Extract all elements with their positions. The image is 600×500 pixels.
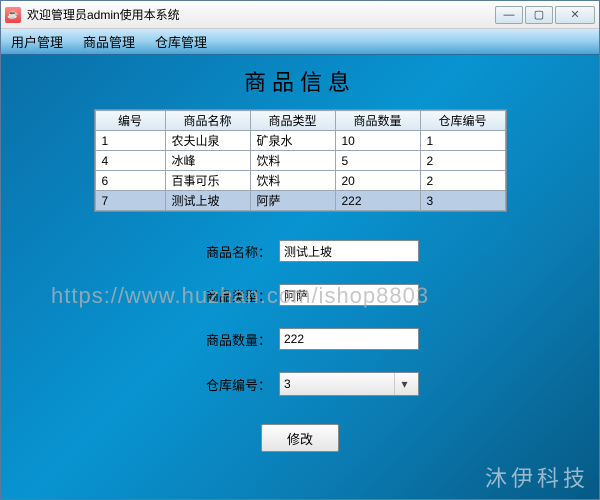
label-warehouse-id: 仓库编号： — [181, 375, 271, 394]
app-window: ☕ 欢迎管理员admin使用本系统 — ▢ ✕ 用户管理 商品管理 仓库管理 商… — [0, 0, 600, 500]
window-controls: — ▢ ✕ — [495, 6, 595, 24]
select-warehouse-id[interactable]: 3 ▾ — [279, 372, 419, 396]
table-cell: 2 — [420, 171, 505, 191]
table-cell: 20 — [335, 171, 420, 191]
edit-form: 商品名称： 商品类型： 商品数量： 仓库编号： 3 ▾ 修改 — [181, 240, 419, 452]
table-cell: 2 — [420, 151, 505, 171]
menu-user-mgmt[interactable]: 用户管理 — [11, 32, 63, 51]
th-name[interactable]: 商品名称 — [165, 111, 250, 131]
table-cell: 饮料 — [250, 171, 335, 191]
th-wh[interactable]: 仓库编号 — [420, 111, 505, 131]
table-cell: 1 — [95, 131, 165, 151]
table-cell: 饮料 — [250, 151, 335, 171]
table-row[interactable]: 4冰峰饮料52 — [95, 151, 505, 171]
table-header-row: 编号 商品名称 商品类型 商品数量 仓库编号 — [95, 111, 505, 131]
watermark-brand: 沐伊科技 — [485, 461, 589, 493]
th-type[interactable]: 商品类型 — [250, 111, 335, 131]
product-table: 编号 商品名称 商品类型 商品数量 仓库编号 1农夫山泉矿泉水1014冰峰饮料5… — [94, 109, 507, 212]
maximize-button[interactable]: ▢ — [525, 6, 553, 24]
table-cell: 矿泉水 — [250, 131, 335, 151]
chevron-down-icon: ▾ — [394, 373, 414, 395]
table-cell: 冰峰 — [165, 151, 250, 171]
input-product-qty[interactable] — [279, 328, 419, 350]
input-product-type[interactable] — [279, 284, 419, 306]
table-row[interactable]: 6百事可乐饮料202 — [95, 171, 505, 191]
th-id[interactable]: 编号 — [95, 111, 165, 131]
th-qty[interactable]: 商品数量 — [335, 111, 420, 131]
input-product-name[interactable] — [279, 240, 419, 262]
menu-warehouse-mgmt[interactable]: 仓库管理 — [155, 32, 207, 51]
table-row[interactable]: 1农夫山泉矿泉水101 — [95, 131, 505, 151]
page-title: 商品信息 — [244, 65, 356, 97]
window-title: 欢迎管理员admin使用本系统 — [27, 6, 495, 23]
java-icon: ☕ — [5, 7, 21, 23]
titlebar: ☕ 欢迎管理员admin使用本系统 — ▢ ✕ — [1, 1, 599, 29]
table-cell: 4 — [95, 151, 165, 171]
select-value: 3 — [284, 377, 291, 391]
table-cell: 3 — [420, 191, 505, 211]
table-cell: 农夫山泉 — [165, 131, 250, 151]
menu-product-mgmt[interactable]: 商品管理 — [83, 32, 135, 51]
submit-button[interactable]: 修改 — [261, 424, 339, 452]
form-row-wh: 仓库编号： 3 ▾ — [181, 372, 419, 396]
menubar: 用户管理 商品管理 仓库管理 — [1, 29, 599, 55]
table-cell: 阿萨 — [250, 191, 335, 211]
close-button[interactable]: ✕ — [555, 6, 595, 24]
form-row-name: 商品名称： — [181, 240, 419, 262]
minimize-button[interactable]: — — [495, 6, 523, 24]
table-cell: 10 — [335, 131, 420, 151]
table-cell: 7 — [95, 191, 165, 211]
table-cell: 测试上坡 — [165, 191, 250, 211]
table-cell: 6 — [95, 171, 165, 191]
label-product-qty: 商品数量： — [181, 330, 271, 349]
form-row-qty: 商品数量： — [181, 328, 419, 350]
table-cell: 1 — [420, 131, 505, 151]
table-cell: 5 — [335, 151, 420, 171]
form-row-type: 商品类型： — [181, 284, 419, 306]
label-product-type: 商品类型： — [181, 286, 271, 305]
table-cell: 百事可乐 — [165, 171, 250, 191]
label-product-name: 商品名称： — [181, 242, 271, 261]
table-row[interactable]: 7测试上坡阿萨2223 — [95, 191, 505, 211]
table-cell: 222 — [335, 191, 420, 211]
content-area: 商品信息 编号 商品名称 商品类型 商品数量 仓库编号 1农夫山泉矿泉水1014… — [1, 55, 599, 499]
